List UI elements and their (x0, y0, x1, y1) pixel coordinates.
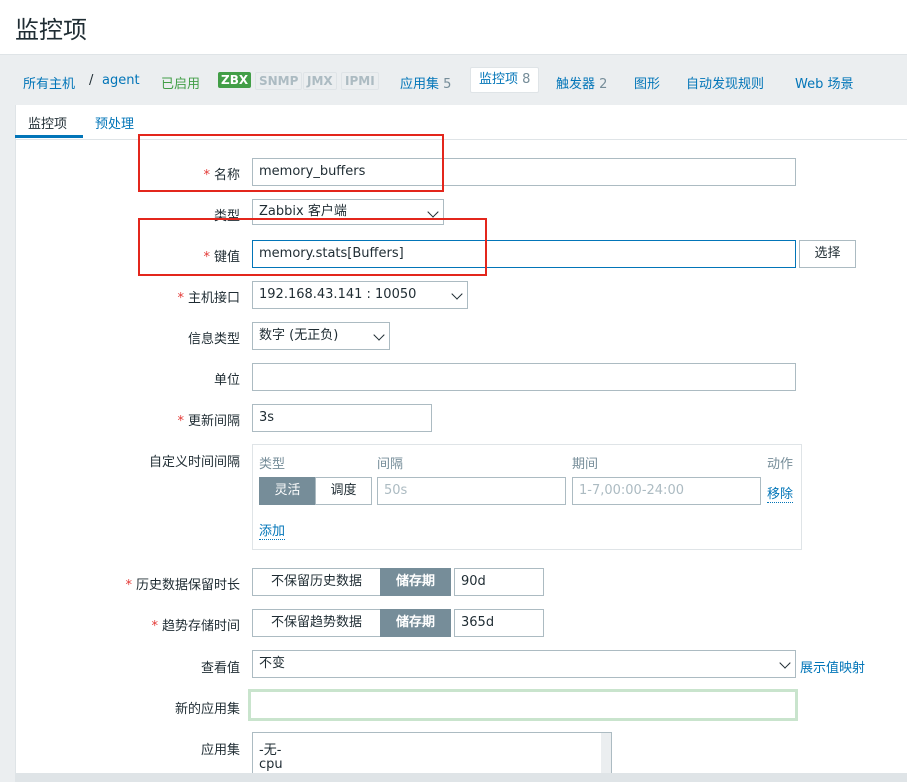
custom-scheduling-toggle[interactable]: 调度 (315, 477, 372, 505)
tab-item[interactable]: 监控项 (28, 113, 67, 132)
info-type-value: 数字 (无正负) (259, 328, 339, 343)
nav-applications-label: 应用集 (400, 77, 440, 92)
nav-triggers[interactable]: 触发器 2 (556, 73, 607, 92)
availability-snmp-badge: SNMP (255, 72, 303, 90)
required-marker: * (125, 578, 132, 593)
new-application-input[interactable] (248, 689, 798, 721)
annotation-box-name (138, 134, 444, 192)
required-marker: * (177, 291, 184, 306)
page-title: 监控项 (15, 16, 87, 44)
nav-triggers-label: 触发器 (556, 77, 596, 92)
history-do-not-keep-toggle[interactable]: 不保留历史数据 (252, 568, 381, 596)
custom-interval-input[interactable]: 50s (377, 477, 566, 505)
chevron-down-icon (451, 288, 463, 300)
show-value-value: 不变 (259, 656, 286, 671)
history-label-text: 历史数据保留时长 (135, 578, 240, 593)
interface-label-text: 主机接口 (187, 291, 240, 306)
chevron-down-icon (427, 206, 439, 218)
host-interface-value: 192.168.43.141 : 10050 (259, 287, 417, 302)
trends-label-text: 趋势存储时间 (161, 619, 240, 634)
chevron-down-icon (373, 329, 385, 341)
tab-preprocessing[interactable]: 预处理 (95, 113, 134, 132)
horizontal-scrollbar[interactable] (15, 773, 907, 782)
custom-period-input[interactable]: 1-7,00:00-24:00 (572, 477, 761, 505)
custom-add-link[interactable]: 添加 (259, 520, 286, 540)
nav-items[interactable]: 监控项 8 (470, 67, 540, 93)
host-interface-select[interactable]: 192.168.43.141 : 10050 (252, 281, 468, 309)
custom-col-action: 动作 (767, 457, 794, 472)
show-value-select[interactable]: 不变 (252, 650, 796, 678)
availability-jmx-badge: JMX (303, 72, 337, 90)
nav-discovery-rules[interactable]: 自动发现规则 (686, 73, 764, 92)
update-interval-input[interactable]: 3s (252, 404, 432, 432)
availability-zbx-badge: ZBX (218, 72, 252, 88)
nav-items-count: 8 (522, 72, 531, 87)
custom-intervals-label: 自定义时间间隔 (148, 455, 240, 470)
select-key-button[interactable]: 选择 (799, 240, 856, 268)
application-option[interactable]: cpu (259, 757, 283, 772)
type-select-value: Zabbix 客户端 (259, 204, 347, 219)
nav-graphs[interactable]: 图形 (634, 73, 660, 92)
info-type-label: 信息类型 (187, 332, 240, 347)
update-interval-label: * 更新间隔 (177, 410, 240, 429)
active-tab-indicator (15, 135, 83, 138)
history-label: * 历史数据保留时长 (125, 574, 240, 593)
nav-applications[interactable]: 应用集 5 (400, 73, 451, 92)
custom-col-period: 期间 (572, 457, 599, 472)
trends-period-input[interactable]: 365d (454, 609, 544, 637)
required-marker: * (151, 619, 158, 634)
units-label: 单位 (213, 373, 240, 388)
annotation-box-key (138, 218, 487, 276)
custom-col-interval: 间隔 (377, 457, 404, 472)
show-value-mappings-link[interactable]: 展示值映射 (800, 657, 865, 676)
trends-storage-period-toggle[interactable]: 储存期 (380, 609, 451, 637)
trends-label: * 趋势存储时间 (151, 615, 240, 634)
trends-do-not-keep-toggle[interactable]: 不保留趋势数据 (252, 609, 381, 637)
nav-applications-count: 5 (443, 77, 452, 92)
nav-items-label: 监控项 (479, 72, 519, 87)
update-interval-label-text: 更新间隔 (187, 414, 240, 429)
application-option[interactable]: -无- (259, 739, 281, 758)
custom-remove-link[interactable]: 移除 (767, 483, 794, 503)
header-background (0, 0, 907, 54)
applications-label: 应用集 (200, 743, 240, 758)
chevron-down-icon (779, 657, 791, 669)
nav-triggers-count: 2 (599, 77, 608, 92)
required-marker: * (177, 414, 184, 429)
nav-web-scenarios[interactable]: Web 场景 (795, 73, 853, 92)
units-input[interactable] (252, 363, 796, 391)
breadcrumb-separator: / (89, 73, 94, 88)
interface-label: * 主机接口 (177, 287, 240, 306)
show-value-label: 查看值 (200, 661, 240, 676)
new-application-label: 新的应用集 (174, 702, 240, 717)
host-status-enabled[interactable]: 已启用 (161, 73, 200, 92)
nav-all-hosts[interactable]: 所有主机 (23, 73, 75, 92)
host-navigation: 所有主机 / agent 已启用 ZBX SNMP JMX IPMI 应用集 5… (0, 55, 907, 105)
availability-ipmi-badge: IPMI (341, 72, 379, 90)
info-type-select[interactable]: 数字 (无正负) (252, 322, 390, 350)
custom-flexible-toggle[interactable]: 灵活 (259, 477, 316, 505)
history-storage-period-toggle[interactable]: 储存期 (380, 568, 451, 596)
custom-col-type: 类型 (259, 457, 286, 472)
left-gutter (0, 105, 15, 782)
history-period-input[interactable]: 90d (454, 568, 544, 596)
nav-host-agent[interactable]: agent (102, 73, 140, 88)
